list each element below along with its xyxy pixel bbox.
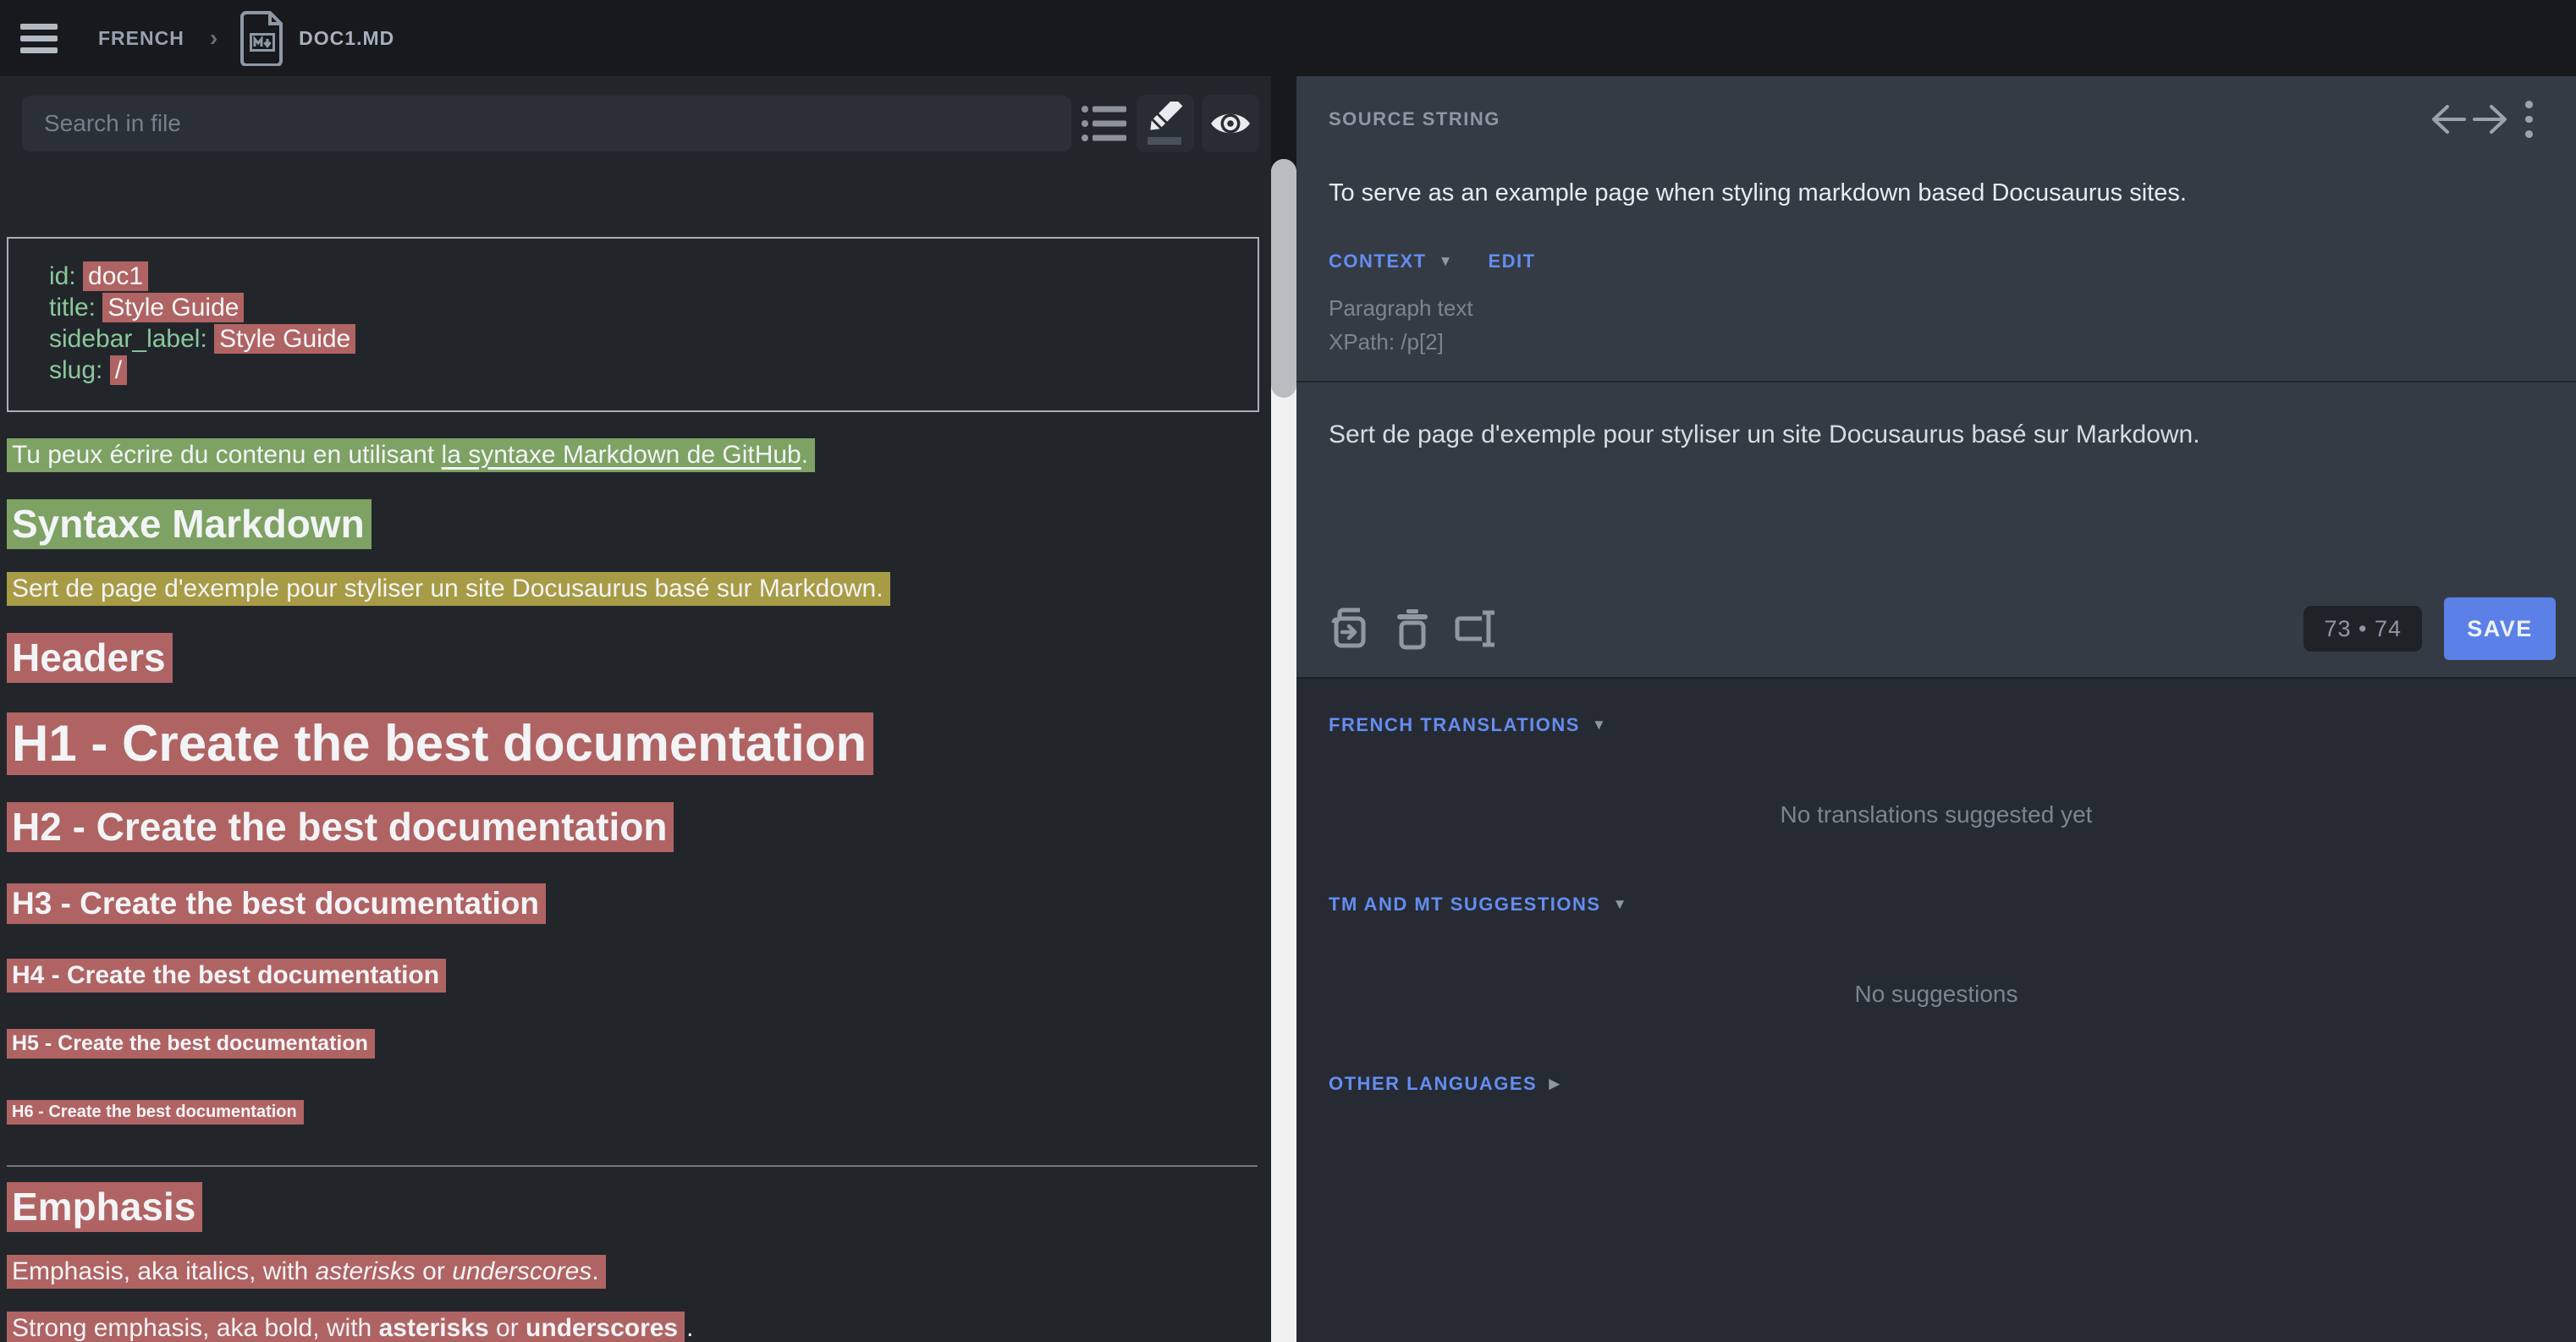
doc-segment-h5[interactable]: H5 - Create the best documentation	[7, 1031, 1271, 1055]
prev-string-icon[interactable]	[2427, 101, 2469, 138]
horizontal-rule	[7, 1165, 1258, 1167]
tm-mt-suggestions-toggle[interactable]: TM AND MT SUGGESTIONS	[1329, 894, 1601, 916]
save-button[interactable]: SAVE	[2444, 597, 2556, 660]
frontmatter-value[interactable]: Style Guide	[102, 293, 244, 322]
doc-segment-h2[interactable]: Emphasis	[7, 1185, 1271, 1229]
french-translations-toggle[interactable]: FRENCH TRANSLATIONS	[1329, 714, 1580, 736]
doc-segment-h2[interactable]: H2 - Create the best documentation	[7, 806, 1271, 849]
copy-source-icon[interactable]	[1322, 602, 1374, 656]
doc-segment-h2[interactable]: Syntaxe Markdown	[7, 503, 1271, 546]
frontmatter-line: sidebar_label: Style Guide	[49, 323, 1258, 355]
frontmatter-line: id: doc1	[49, 261, 1258, 292]
frontmatter-value[interactable]: doc1	[83, 261, 148, 291]
dropdown-triangle-icon[interactable]: ▼	[1592, 717, 1606, 734]
source-string-section: SOURCE STRING To serve as an example pag…	[1296, 76, 2576, 679]
markdown-file-icon	[239, 10, 285, 66]
list-view-icon[interactable]	[1080, 96, 1129, 151]
doc-segment-p[interactable]: Emphasis, aka italics, with asterisks or…	[7, 1257, 1271, 1285]
tm-empty-message: No suggestions	[1329, 982, 2544, 1007]
translation-toolbar: 73 • 74 SAVE	[1296, 589, 2576, 677]
preview-eye-icon[interactable]	[1202, 95, 1259, 152]
document-panel: id: doc1title: Style Guidesidebar_label:…	[0, 76, 1271, 1342]
context-toggle[interactable]: CONTEXT	[1329, 250, 1427, 272]
doc-segment-p[interactable]: Tu peux écrire du contenu en utilisant l…	[7, 441, 1271, 469]
edit-context-button[interactable]: EDIT	[1488, 250, 1535, 272]
frontmatter-box: id: doc1title: Style Guidesidebar_label:…	[7, 237, 1259, 412]
other-languages-toggle[interactable]: OTHER LANGUAGES	[1329, 1073, 1537, 1095]
source-string-text: To serve as an example page when styling…	[1329, 176, 2544, 210]
frontmatter-key: title:	[49, 294, 102, 322]
document-preview: id: doc1title: Style Guidesidebar_label:…	[0, 237, 1271, 1342]
breadcrumb-file: DOC1.MD	[299, 27, 394, 50]
frontmatter-key: slug:	[49, 356, 110, 384]
translation-editor-app: FRENCH › DOC1.MD	[0, 0, 2576, 1342]
document-scrollbar[interactable]	[1271, 159, 1296, 1342]
more-menu-icon[interactable]	[2512, 101, 2546, 138]
hamburger-menu-icon[interactable]	[20, 17, 63, 59]
delete-translation-icon[interactable]	[1386, 602, 1439, 656]
doc-segments: Tu peux écrire du contenu en utilisant l…	[7, 441, 1271, 1342]
doc-segment-p[interactable]: Sert de page d'exemple pour styliser un …	[7, 575, 1271, 602]
char-count-badge: 73 • 74	[2304, 606, 2422, 652]
edit-pencil-icon[interactable]	[1137, 95, 1194, 152]
doc-segment-h3[interactable]: H3 - Create the best documentation	[7, 886, 1271, 921]
doc-segment-h6[interactable]: H6 - Create the best documentation	[7, 1103, 1271, 1121]
topbar: FRENCH › DOC1.MD	[0, 0, 2576, 76]
dropdown-triangle-icon[interactable]: ▼	[1613, 896, 1627, 913]
translations-empty-message: No translations suggested yet	[1329, 802, 2544, 828]
doc-segment-h4[interactable]: H4 - Create the best documentation	[7, 961, 1271, 989]
source-string-label: SOURCE STRING	[1329, 108, 1500, 130]
breadcrumb-project[interactable]: FRENCH	[98, 27, 184, 50]
translation-input[interactable]: Sert de page d'exemple pour styliser un …	[1296, 382, 2576, 589]
breadcrumb-chevron-icon: ›	[210, 25, 217, 52]
search-input[interactable]	[22, 96, 1071, 151]
doc-segment-h2[interactable]: Headers	[7, 636, 1271, 679]
next-string-icon[interactable]	[2469, 101, 2512, 138]
document-toolbar	[0, 76, 1271, 152]
frontmatter-line: title: Style Guide	[49, 292, 1258, 323]
expand-triangle-icon[interactable]: ▶	[1549, 1075, 1560, 1092]
dropdown-triangle-icon[interactable]: ▼	[1439, 253, 1453, 270]
doc-link[interactable]: la syntaxe Markdown de GitHub	[442, 441, 801, 469]
context-xpath: XPath: /p[2]	[1329, 325, 2544, 359]
frontmatter-value[interactable]: /	[110, 355, 127, 385]
frontmatter-value[interactable]: Style Guide	[214, 324, 355, 354]
select-text-icon[interactable]	[1450, 602, 1503, 656]
translation-panel: SOURCE STRING To serve as an example pag…	[1296, 76, 2576, 1342]
doc-segment-p[interactable]: Strong emphasis, aka bold, with asterisk…	[7, 1314, 1271, 1342]
doc-segment-h1[interactable]: H1 - Create the best documentation	[7, 715, 1271, 772]
context-type: Paragraph text	[1329, 291, 2544, 325]
suggestions-section: FRENCH TRANSLATIONS ▼ No translations su…	[1296, 679, 2576, 1342]
frontmatter-key: id:	[49, 262, 83, 290]
frontmatter-line: slug: /	[49, 355, 1258, 386]
scrollbar-thumb[interactable]	[1271, 159, 1296, 398]
frontmatter-key: sidebar_label:	[49, 325, 214, 353]
